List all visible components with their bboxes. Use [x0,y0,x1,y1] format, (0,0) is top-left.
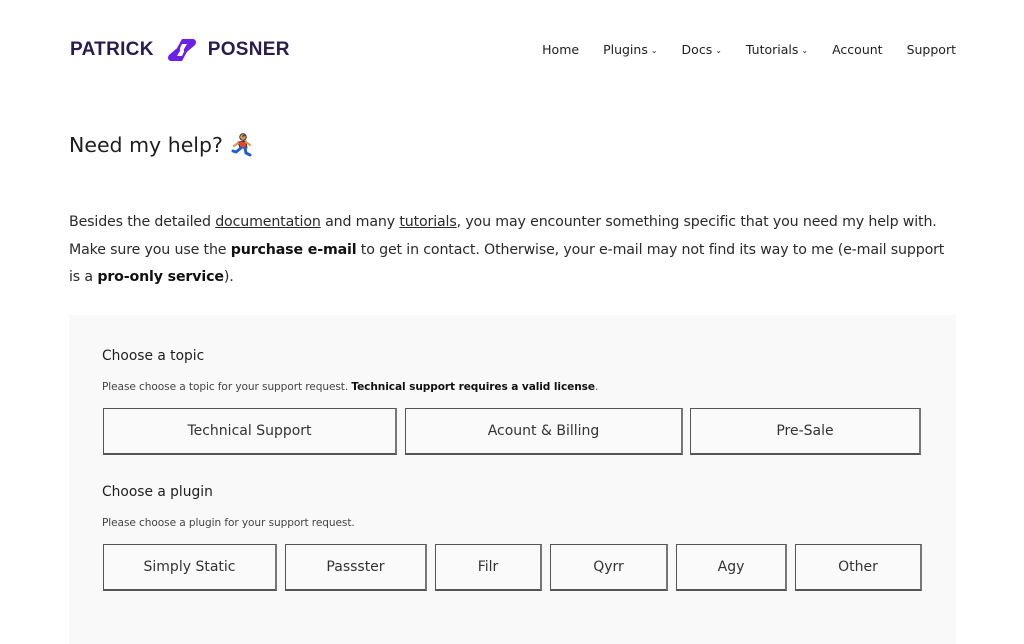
topic-pre-sale-button[interactable]: Pre-Sale [690,408,921,455]
nav-support-label: Support [906,42,956,57]
plugin-passster-button[interactable]: Passster [285,544,427,591]
purchase-email-emphasis: purchase e-mail [230,241,357,258]
plugin-section-help: Please choose a plugin for your support … [102,517,355,529]
topic-account-billing-button[interactable]: Acount & Billing [405,408,683,455]
plugin-qyrr-button[interactable]: Qyrr [550,544,668,591]
plugin-section-title: Choose a plugin [102,484,213,500]
nav-support[interactable]: Support [907,42,956,57]
topic-section-title: Choose a topic [102,348,205,364]
intro-text: Besides the detailed [69,214,216,230]
pro-only-emphasis: pro-only service [97,269,224,285]
chevron-down-icon: ⌄ [650,46,658,55]
tutorials-link[interactable]: tutorials [399,214,456,230]
nav-home-label: Home [542,42,580,57]
chevron-down-icon: ⌄ [801,46,809,55]
page-title-text: Need my help? [69,133,223,157]
nav-docs[interactable]: Docs ⌄ [682,42,722,57]
plugin-filr-button[interactable]: Filr [435,544,542,591]
site-logo[interactable]: PATRICK POSNER [70,36,290,64]
plugin-agy-button[interactable]: Agy [676,544,787,591]
nav-account-label: Account [832,42,883,57]
intro-paragraph: Besides the detailed documentation and m… [69,209,949,292]
main-nav: Home Plugins ⌄ Docs ⌄ Tutorials ⌄ Account S… [518,42,956,57]
topic-help-end: . [594,381,599,393]
nav-home[interactable]: Home [542,42,579,57]
plugin-simply-static-button[interactable]: Simply Static [103,544,277,591]
plugin-other-button[interactable]: Other [795,544,922,591]
nav-tutorials-label: Tutorials [745,42,799,57]
nav-plugins[interactable]: Plugins ⌄ [603,42,657,57]
documentation-link[interactable]: documentation [215,214,321,230]
nav-docs-label: Docs [681,42,713,57]
page-title: Need my help? [69,133,253,157]
nav-tutorials[interactable]: Tutorials ⌄ [746,42,808,57]
support-form-panel: Choose a topic Please choose a topic for… [69,315,956,644]
running-person-icon [231,133,252,157]
pp-logo-icon [167,39,196,61]
intro-text: ). [223,269,234,285]
intro-text: and many [320,214,400,230]
license-requirement-text: Technical support requires a valid licen… [351,381,595,393]
logo-text-right: POSNER [207,39,290,60]
nav-account[interactable]: Account [832,42,882,57]
topic-section-help: Please choose a topic for your support r… [102,381,598,393]
nav-plugins-label: Plugins [603,42,648,57]
topic-help-text: Please choose a topic for your support r… [102,381,352,393]
site-header: PATRICK POSNER Home Plugins ⌄ Docs ⌄ Tutor… [0,0,1024,100]
logo-text-left: PATRICK [70,39,154,60]
topic-technical-support-button[interactable]: Technical Support [103,408,397,455]
chevron-down-icon: ⌄ [715,46,722,55]
